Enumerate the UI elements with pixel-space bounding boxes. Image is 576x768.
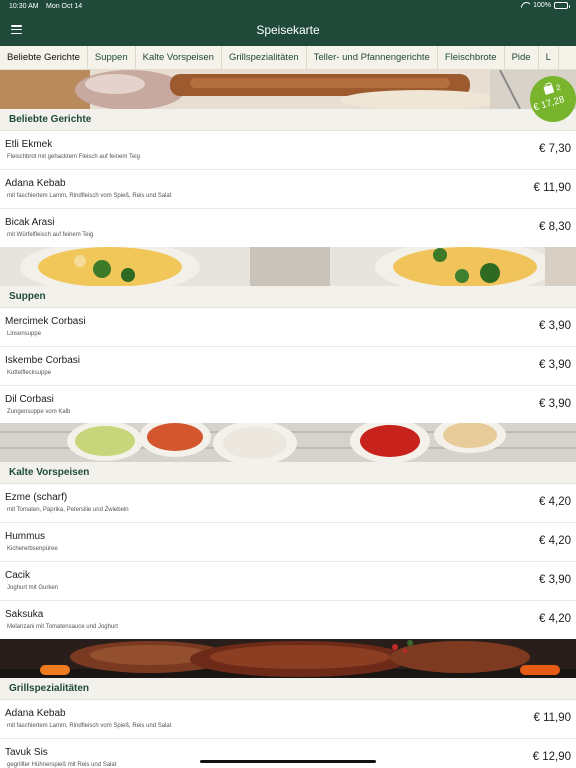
item-name: Adana Kebab: [5, 178, 66, 189]
tab-beliebte-gerichte[interactable]: Beliebte Gerichte: [0, 46, 88, 69]
item-name: Cacik: [5, 570, 31, 581]
nav-bar: Speisekarte: [0, 14, 576, 46]
tab-teller-pfannengerichte[interactable]: Teller- und Pfannengerichte: [307, 46, 438, 69]
tab-partial[interactable]: L: [539, 46, 559, 69]
item-name: Dil Corbasi: [5, 394, 54, 405]
tab-grillspezialitaeten[interactable]: Grillspezialitäten: [222, 46, 307, 69]
menu-item-adana-kebab[interactable]: Adana Kebab mit faschiertem Lamm, Rindfl…: [0, 170, 576, 209]
menu-item-tavuk-sis[interactable]: Tavuk Sis gegrillter Hühnerspieß mit Rei…: [0, 739, 576, 768]
item-description: mit faschiertem Lamm, Rindfleisch vom Sp…: [7, 723, 172, 729]
menu-item-mercimek-corbasi[interactable]: Mercimek Corbasi Linsensuppe € 3,90: [0, 308, 576, 347]
item-price: € 4,20: [539, 613, 571, 625]
menu-item-adana-kebab-grill[interactable]: Adana Kebab mit faschiertem Lamm, Rindfl…: [0, 700, 576, 739]
category-tabs: Beliebte Gerichte Suppen Kalte Vorspeise…: [0, 46, 576, 70]
item-description: Joghurt mit Gurken: [7, 585, 59, 591]
item-description: gegrillter Hühnerspieß mit Reis und Sala…: [7, 762, 117, 768]
item-name: Mercimek Corbasi: [5, 316, 86, 327]
status-time: 10:30 AM: [9, 3, 39, 10]
item-description: mit Tomaten, Paprika, Petersilie und Zwi…: [7, 507, 129, 513]
kebab-photo: [0, 70, 576, 109]
banner-image-suppen: [0, 247, 576, 286]
tab-pide[interactable]: Pide: [505, 46, 539, 69]
item-description: Fleischbrot mit gehacktem Fleisch auf fe…: [7, 154, 140, 160]
cart-total: € 17,28: [532, 94, 566, 114]
item-price: € 7,30: [539, 143, 571, 155]
item-description: Linsensuppe: [7, 331, 42, 337]
menu-item-hummus[interactable]: Hummus Kichererbsenpüree € 4,20: [0, 523, 576, 562]
wifi-icon: [521, 2, 530, 9]
battery-icon: [554, 2, 570, 9]
item-name: Tavuk Sis: [5, 747, 48, 758]
item-description: Kuttelflecksuppe: [7, 370, 52, 376]
home-indicator[interactable]: [200, 760, 376, 763]
banner-image-grill: [0, 639, 576, 678]
banner-image-beliebte: [0, 70, 576, 109]
item-description: mit faschiertem Lamm, Rindfleisch vom Sp…: [7, 193, 172, 199]
item-description: Zungensuppe vom Kalb: [7, 409, 71, 415]
section-title-grill: Grillspezialitäten: [0, 678, 576, 700]
item-name: Adana Kebab: [5, 708, 66, 719]
cart-count: 2: [554, 82, 562, 93]
item-price: € 3,90: [539, 574, 571, 586]
tab-suppen[interactable]: Suppen: [88, 46, 136, 69]
item-name: Iskembe Corbasi: [5, 355, 81, 366]
item-description: mit Würfelfleisch auf feinem Teig: [7, 232, 94, 238]
tab-kalte-vorspeisen[interactable]: Kalte Vorspeisen: [136, 46, 222, 69]
item-name: Hummus: [5, 531, 46, 542]
item-description: Kichererbsenpüree: [7, 546, 58, 552]
menu-item-ezme[interactable]: Ezme (scharf) mit Tomaten, Paprika, Pete…: [0, 484, 576, 523]
status-date: Mon Oct 14: [46, 3, 83, 10]
item-price: € 11,90: [533, 182, 571, 194]
shopping-bag-icon: [543, 84, 555, 95]
item-price: € 3,90: [539, 359, 571, 371]
status-bar: 10:30 AM Mon Oct 14 100%: [0, 0, 576, 14]
menu-item-saksuka[interactable]: Saksuka Melanzani mit Tomatensauce und J…: [0, 601, 576, 640]
item-price: € 8,30: [539, 221, 571, 233]
section-title-beliebte: Beliebte Gerichte: [0, 109, 576, 131]
page-title: Speisekarte: [256, 23, 320, 37]
cart-button[interactable]: 2 € 17,28: [530, 76, 576, 122]
grill-photo: [0, 639, 576, 678]
tab-fleischbrote[interactable]: Fleischbrote: [438, 46, 505, 69]
menu-item-bicak-arasi[interactable]: Bicak Arasi mit Würfelfleisch auf feinem…: [0, 209, 576, 248]
banner-image-vorspeisen: [0, 423, 576, 462]
item-price: € 12,90: [532, 751, 571, 763]
menu-item-etli-ekmek[interactable]: Etli Ekmek Fleischbrot mit gehacktem Fle…: [0, 131, 576, 170]
item-price: € 4,20: [539, 496, 571, 508]
item-price: € 3,90: [539, 398, 571, 410]
item-name: Bicak Arasi: [5, 217, 55, 228]
starters-photo: [0, 423, 576, 462]
section-title-vorspeisen: Kalte Vorspeisen: [0, 462, 576, 484]
section-title-suppen: Suppen: [0, 286, 576, 308]
item-description: Melanzani mit Tomatensauce und Joghurt: [7, 624, 118, 630]
soup-photo: [0, 247, 576, 286]
menu-item-dil-corbasi[interactable]: Dil Corbasi Zungensuppe vom Kalb € 3,90: [0, 386, 576, 425]
status-right: 100%: [521, 2, 570, 9]
menu-item-cacik[interactable]: Cacik Joghurt mit Gurken € 3,90: [0, 562, 576, 601]
item-name: Ezme (scharf): [5, 492, 68, 503]
menu-item-iskembe-corbasi[interactable]: Iskembe Corbasi Kuttelflecksuppe € 3,90: [0, 347, 576, 386]
item-price: € 4,20: [539, 535, 571, 547]
item-name: Saksuka: [5, 609, 44, 620]
item-price: € 11,90: [533, 712, 571, 724]
item-name: Etli Ekmek: [5, 139, 53, 150]
item-price: € 3,90: [539, 320, 571, 332]
battery-percent: 100%: [533, 2, 551, 9]
